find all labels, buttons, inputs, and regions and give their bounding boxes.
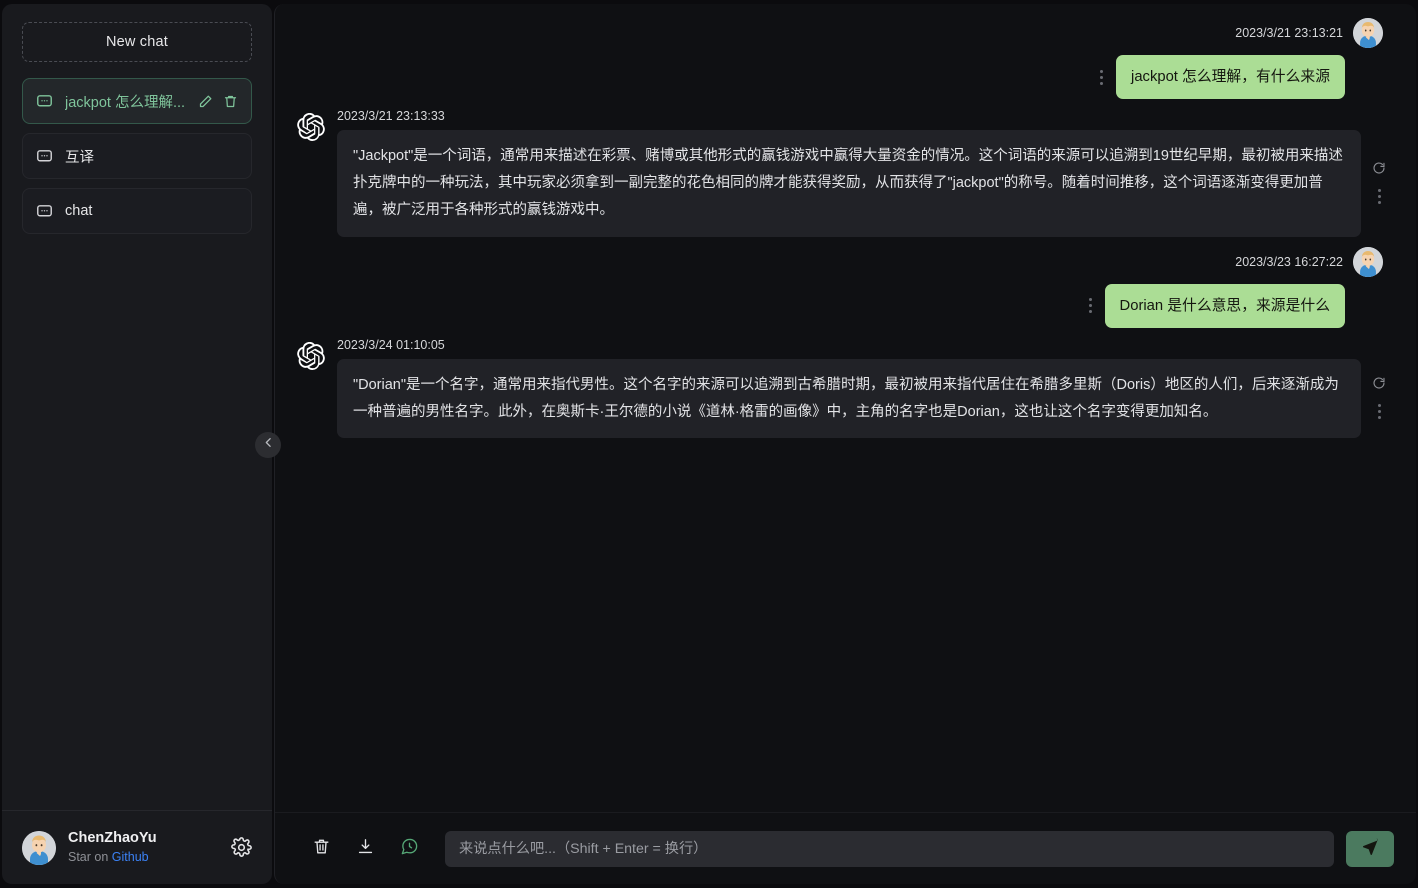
sidebar-collapse-toggle[interactable] xyxy=(255,432,281,458)
message-text: Dorian 是什么意思，来源是什么 xyxy=(1104,283,1345,328)
chat-bubble-icon xyxy=(36,93,53,110)
message-assistant: 2023/3/21 23:13:33 "Jackpot"是一个词语，通常用来描述… xyxy=(275,109,1416,237)
sidebar-item-label: 互译 xyxy=(65,149,94,166)
composer xyxy=(275,812,1416,884)
sidebar-item-jackpot[interactable]: jackpot 怎么理解... xyxy=(22,78,252,124)
message-timestamp: 2023/3/23 16:27:22 xyxy=(1235,254,1343,269)
more-vertical-icon[interactable] xyxy=(1376,187,1383,206)
message-list: 2023/3/21 23:13:21 jackpot 怎么理解，有什么来源 20… xyxy=(275,4,1416,812)
message-text: "Jackpot"是一个词语，通常用来描述在彩票、赌博或其他形式的赢钱游戏中赢得… xyxy=(337,130,1361,237)
chat-input[interactable] xyxy=(445,830,1334,867)
chat-input-wrapper xyxy=(445,830,1334,867)
sidebar: New chat jackpot 怎么理解... 互译 chat ChenZha… xyxy=(2,4,272,884)
openai-logo-icon xyxy=(297,113,325,142)
app-root: New chat jackpot 怎么理解... 互译 chat ChenZha… xyxy=(0,0,1418,888)
message-meta: 2023/3/21 23:13:21 xyxy=(1235,18,1386,48)
assistant-actions xyxy=(1372,161,1386,206)
chat-bubble-icon xyxy=(36,203,53,220)
sidebar-content: New chat jackpot 怎么理解... 互译 chat xyxy=(2,4,272,810)
message-body: Dorian 是什么意思，来源是什么 xyxy=(1087,283,1386,328)
chat-bubble-icon xyxy=(36,148,53,165)
assistant-actions xyxy=(1372,376,1386,421)
chevron-left-icon xyxy=(262,436,275,454)
user-subtitle: Star on Github xyxy=(68,849,219,866)
export-conversation-button[interactable] xyxy=(343,829,387,869)
message-timestamp: 2023/3/21 23:13:21 xyxy=(1235,26,1343,40)
clear-conversation-button[interactable] xyxy=(299,829,343,869)
refresh-icon[interactable] xyxy=(1372,161,1386,175)
sidebar-footer: ChenZhaoYu Star on Github xyxy=(2,810,272,884)
more-vertical-icon[interactable] xyxy=(1376,402,1383,421)
sidebar-item-label: chat xyxy=(65,203,93,219)
trash-icon[interactable] xyxy=(223,94,238,109)
more-vertical-icon[interactable] xyxy=(1087,296,1094,315)
sidebar-item-actions xyxy=(198,94,238,109)
message-user: 2023/3/21 23:13:21 jackpot 怎么理解，有什么来源 xyxy=(275,18,1416,100)
message-body: "Jackpot"是一个词语，通常用来描述在彩票、赌博或其他形式的赢钱游戏中赢得… xyxy=(337,130,1386,237)
user-name: ChenZhaoYu xyxy=(68,830,157,847)
message-timestamp: 2023/3/21 23:13:33 xyxy=(337,109,445,124)
gear-icon[interactable] xyxy=(231,837,252,858)
github-link[interactable]: Github xyxy=(112,850,149,864)
message-timestamp: 2023/3/24 01:10:05 xyxy=(337,337,445,352)
download-icon xyxy=(356,837,375,861)
message-user: 2023/3/23 16:27:22 Dorian 是什么意思，来源是什么 xyxy=(275,246,1416,328)
chat-list: jackpot 怎么理解... 互译 chat xyxy=(22,78,252,234)
avatar xyxy=(22,830,56,865)
user-meta: ChenZhaoYu Star on Github xyxy=(68,829,219,865)
send-plane-icon xyxy=(1361,838,1380,860)
refresh-icon[interactable] xyxy=(1372,376,1386,390)
sidebar-item-hu-yi[interactable]: 互译 xyxy=(22,133,252,179)
openai-logo-icon xyxy=(297,341,325,370)
more-vertical-icon[interactable] xyxy=(1098,68,1105,87)
star-on-text: Star on xyxy=(68,849,112,864)
avatar xyxy=(1353,18,1383,48)
new-chat-button[interactable]: New chat xyxy=(22,22,252,62)
chat-clock-icon xyxy=(400,837,419,861)
message-body: "Dorian"是一个名字，通常用来指代男性。这个名字的来源可以追溯到古希腊时期… xyxy=(337,358,1386,439)
avatar xyxy=(1353,246,1383,277)
trash-icon xyxy=(312,837,331,861)
assistant-column: 2023/3/24 01:10:05 "Dorian"是一个名字，通常用来指代男… xyxy=(337,338,1386,439)
message-text: jackpot 怎么理解，有什么来源 xyxy=(1116,55,1345,100)
main-panel: 2023/3/21 23:13:21 jackpot 怎么理解，有什么来源 20… xyxy=(274,4,1416,884)
assistant-column: 2023/3/21 23:13:33 "Jackpot"是一个词语，通常用来描述… xyxy=(337,109,1386,237)
message-meta: 2023/3/23 16:27:22 xyxy=(1235,246,1386,277)
message-assistant: 2023/3/24 01:10:05 "Dorian"是一个名字，通常用来指代男… xyxy=(275,338,1416,439)
message-text: "Dorian"是一个名字，通常用来指代男性。这个名字的来源可以追溯到古希腊时期… xyxy=(337,358,1361,439)
message-body: jackpot 怎么理解，有什么来源 xyxy=(1098,55,1386,100)
sidebar-item-chat[interactable]: chat xyxy=(22,188,252,234)
sidebar-item-label: jackpot 怎么理解... xyxy=(65,94,186,111)
new-chat-label: New chat xyxy=(105,34,169,50)
pencil-icon[interactable] xyxy=(198,94,213,109)
send-button[interactable] xyxy=(1346,830,1394,867)
chat-history-button[interactable] xyxy=(387,829,431,869)
